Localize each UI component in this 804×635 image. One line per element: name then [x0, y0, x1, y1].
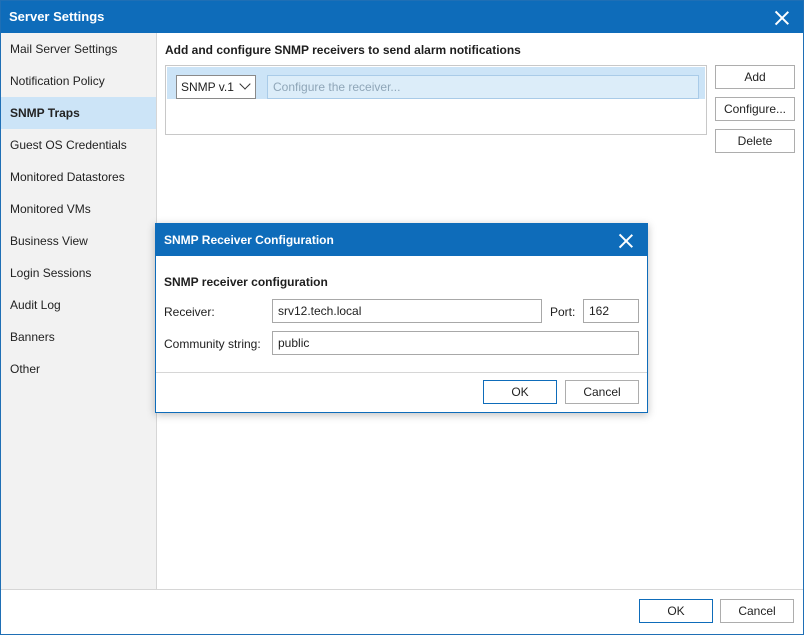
dialog-cancel-button[interactable]: Cancel — [565, 380, 639, 404]
dialog-close-icon[interactable] — [619, 234, 633, 248]
title-bar: Server Settings — [1, 1, 803, 33]
chevron-down-icon — [239, 78, 251, 90]
receiver-row[interactable]: SNMP v.1 Configure the receiver... — [167, 67, 705, 99]
footer: OK Cancel — [1, 589, 803, 634]
port-field[interactable]: 162 — [583, 299, 639, 323]
delete-button[interactable]: Delete — [715, 129, 795, 153]
close-icon[interactable] — [775, 11, 789, 25]
sidebar-item-guest-os-credentials[interactable]: Guest OS Credentials — [1, 129, 156, 161]
community-string-label: Community string: — [164, 337, 261, 351]
sidebar: Mail Server Settings Notification Policy… — [1, 33, 157, 589]
page-title: Add and configure SNMP receivers to send… — [165, 43, 521, 57]
snmp-version-value: SNMP v.1 — [181, 80, 234, 94]
add-button[interactable]: Add — [715, 65, 795, 89]
port-label: Port: — [550, 305, 576, 319]
dialog-subheading: SNMP receiver configuration — [164, 275, 328, 289]
sidebar-item-login-sessions[interactable]: Login Sessions — [1, 257, 156, 289]
dialog-ok-button[interactable]: OK — [483, 380, 557, 404]
window-title: Server Settings — [9, 9, 105, 24]
ok-button[interactable]: OK — [639, 599, 713, 623]
cancel-button[interactable]: Cancel — [720, 599, 794, 623]
receiver-field[interactable]: srv12.tech.local — [272, 299, 542, 323]
snmp-receiver-dialog: SNMP Receiver Configuration SNMP receive… — [155, 223, 648, 413]
sidebar-item-other[interactable]: Other — [1, 353, 156, 385]
receiver-placeholder[interactable]: Configure the receiver... — [267, 75, 699, 99]
snmp-version-select[interactable]: SNMP v.1 — [176, 75, 256, 99]
dialog-title-bar: SNMP Receiver Configuration — [156, 224, 647, 256]
receiver-label: Receiver: — [164, 305, 215, 319]
sidebar-item-audit-log[interactable]: Audit Log — [1, 289, 156, 321]
community-string-field[interactable]: public — [272, 331, 639, 355]
sidebar-item-banners[interactable]: Banners — [1, 321, 156, 353]
sidebar-item-snmp-traps[interactable]: SNMP Traps — [1, 97, 156, 129]
dialog-title: SNMP Receiver Configuration — [164, 233, 334, 247]
configure-button[interactable]: Configure... — [715, 97, 795, 121]
receiver-list: SNMP v.1 Configure the receiver... — [165, 65, 707, 135]
sidebar-item-business-view[interactable]: Business View — [1, 225, 156, 257]
sidebar-item-mail-server-settings[interactable]: Mail Server Settings — [1, 33, 156, 65]
sidebar-item-monitored-datastores[interactable]: Monitored Datastores — [1, 161, 156, 193]
dialog-divider — [156, 372, 647, 373]
sidebar-item-notification-policy[interactable]: Notification Policy — [1, 65, 156, 97]
sidebar-item-monitored-vms[interactable]: Monitored VMs — [1, 193, 156, 225]
